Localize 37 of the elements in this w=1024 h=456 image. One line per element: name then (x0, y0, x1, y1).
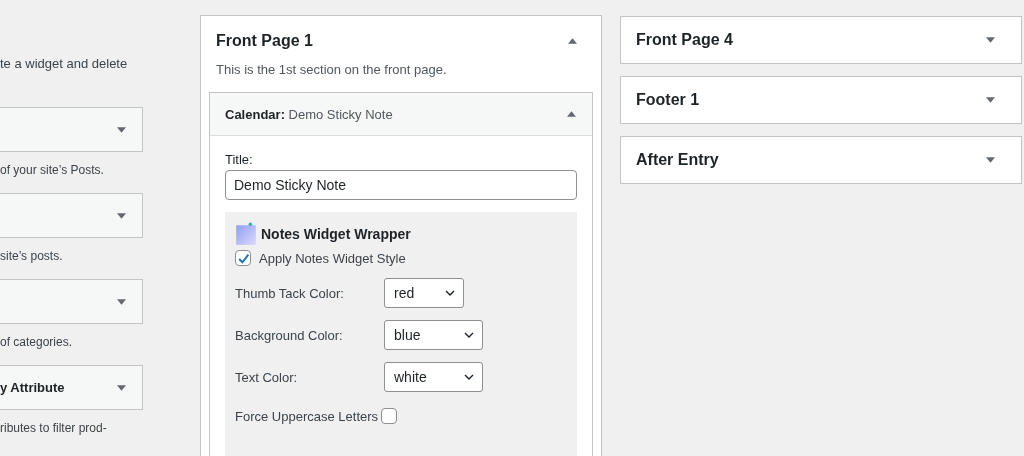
field-label: Thumb Tack Color: (235, 285, 345, 301)
title-field[interactable]: Demo Sticky Note (225, 170, 577, 200)
caret-icon[interactable] (568, 38, 577, 44)
checkbox-label: Apply Notes Widget Style (259, 250, 406, 266)
chevron-down-icon (464, 332, 474, 338)
color-dropdown[interactable]: white (384, 362, 483, 392)
caret-icon (117, 298, 126, 305)
instruction-text: te a widget and delete (0, 56, 128, 71)
widget-item[interactable] (0, 107, 143, 152)
widget-area-header[interactable]: After Entry (620, 136, 1022, 184)
chevron-down-icon (445, 290, 455, 296)
widget-area-header[interactable]: Footer 1 (620, 76, 1022, 124)
field-label: Text Color: (235, 369, 299, 385)
checkbox-label: Force Uppercase Letters (235, 408, 379, 424)
title-label: Title: (225, 152, 254, 167)
widget-description: of your site’s Posts. (0, 163, 104, 177)
wrapper-heading: Notes Widget Wrapper (261, 226, 411, 242)
widget-item[interactable]: y Attribute (0, 365, 143, 410)
color-dropdown[interactable]: red (384, 278, 464, 308)
widget-area-header[interactable]: Front Page 4 (620, 16, 1022, 64)
field-label: Background Color: (235, 327, 344, 343)
caret-icon (117, 384, 126, 391)
caret-icon (117, 212, 126, 219)
widget-item[interactable] (0, 279, 143, 324)
caret-icon (117, 126, 126, 133)
widget-description: ributes to filter prod- (0, 421, 107, 435)
checkbox[interactable] (235, 250, 251, 266)
widget-item[interactable] (0, 193, 143, 238)
area-title: Front Page 1 (216, 32, 313, 50)
sticky-note-icon (235, 222, 257, 246)
area-description: This is the 1st section on the front page. (215, 61, 448, 77)
widget-description: of categories. (0, 335, 73, 349)
widget-header[interactable]: Calendar: Demo Sticky Note (210, 93, 592, 136)
color-dropdown[interactable]: blue (384, 320, 483, 350)
checkbox[interactable] (381, 408, 398, 424)
chevron-down-icon (464, 374, 474, 380)
widget-description: site’s posts. (0, 249, 63, 263)
